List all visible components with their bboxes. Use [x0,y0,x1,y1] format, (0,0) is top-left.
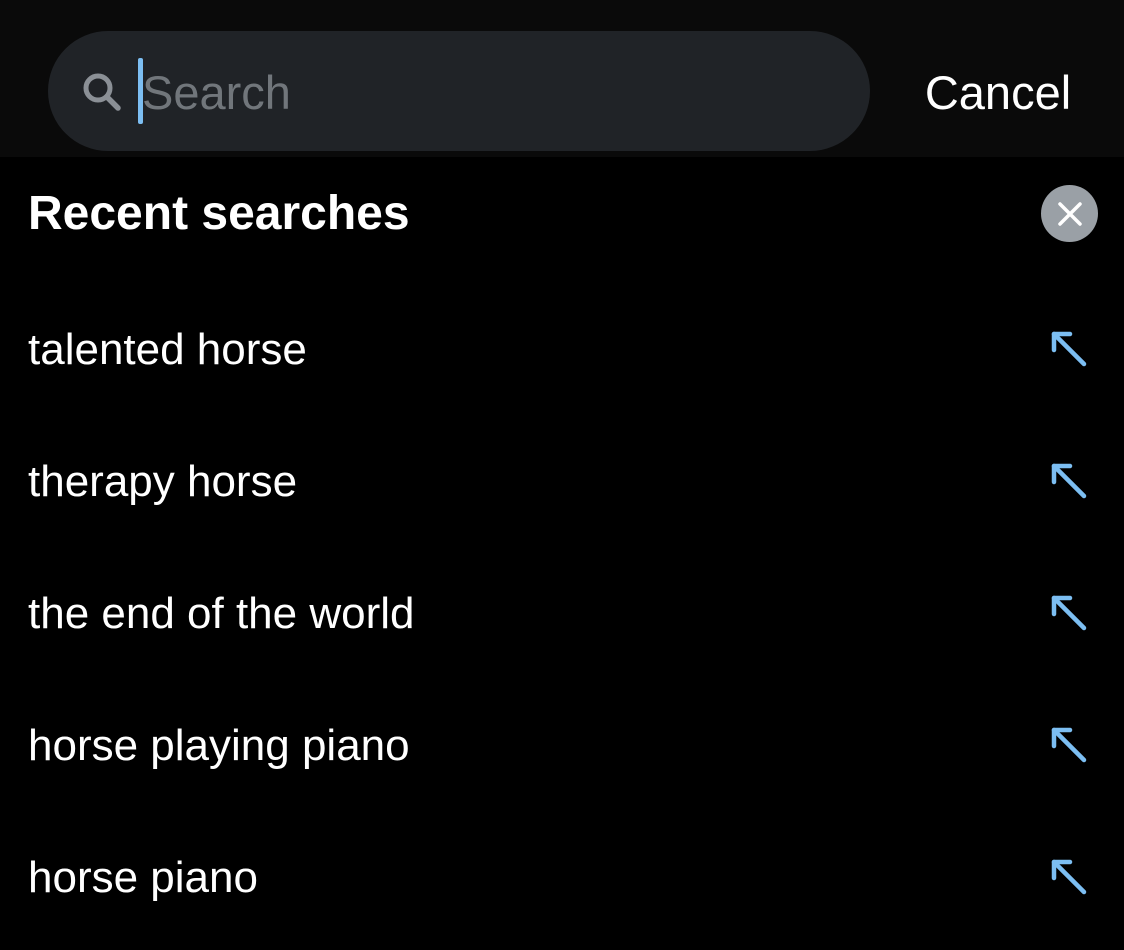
fill-search-button[interactable] [1046,854,1094,902]
recent-search-item[interactable]: talented horse [0,284,1124,416]
arrow-up-left-icon [1051,727,1087,763]
recent-searches-list: talented horse therapy horse the end of … [0,284,1124,944]
fill-search-button[interactable] [1046,590,1094,638]
fill-search-button[interactable] [1046,326,1094,374]
search-icon [83,73,121,111]
arrow-up-left-icon [1051,463,1087,499]
recent-search-item[interactable]: horse piano [0,812,1124,944]
search-input[interactable] [142,62,842,122]
recent-search-item[interactable]: the end of the world [0,548,1124,680]
arrow-up-left-icon [1051,595,1087,631]
recent-search-label: talented horse [28,325,307,374]
recent-searches-title: Recent searches [28,187,410,240]
arrow-up-left-icon [1051,331,1087,367]
fill-search-button[interactable] [1046,458,1094,506]
clear-recent-button[interactable] [1041,185,1098,242]
recent-search-label: horse piano [28,853,258,902]
recent-search-item[interactable]: horse playing piano [0,680,1124,812]
arrow-up-left-icon [1051,859,1087,895]
recent-search-item[interactable]: therapy horse [0,416,1124,548]
recent-search-label: the end of the world [28,589,415,638]
recent-search-label: horse playing piano [28,721,410,770]
close-icon [1057,201,1082,226]
fill-search-button[interactable] [1046,722,1094,770]
recent-search-label: therapy horse [28,457,298,506]
cancel-button[interactable]: Cancel [912,60,1084,124]
